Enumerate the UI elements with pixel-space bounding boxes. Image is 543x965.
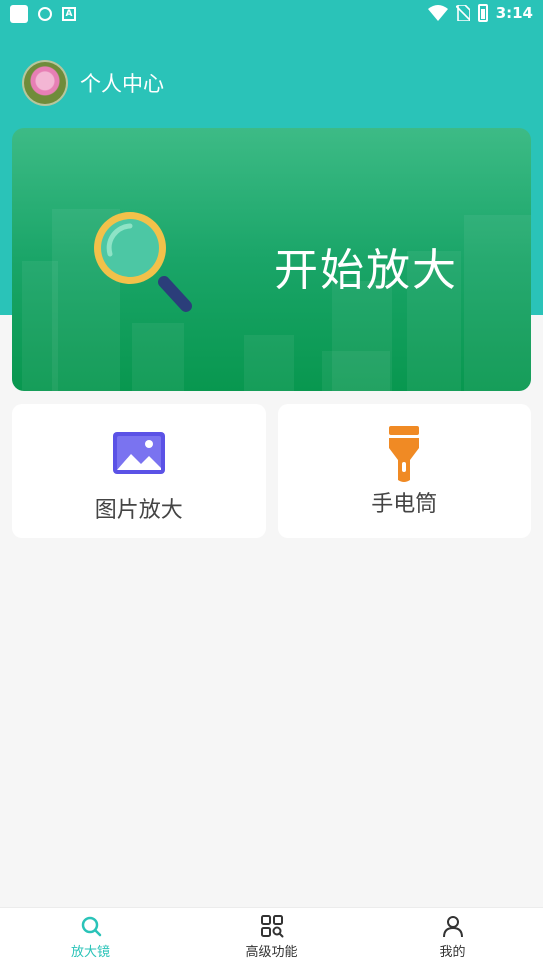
flashlight-icon — [389, 426, 420, 482]
magnifier-icon — [94, 212, 192, 312]
building-decoration — [244, 335, 294, 391]
tab-magnifier[interactable]: 放大镜 — [0, 908, 181, 965]
tab-label: 高级功能 — [245, 945, 298, 960]
tab-label: 我的 — [439, 945, 466, 960]
font-icon: A — [62, 7, 76, 21]
image-icon — [112, 432, 165, 474]
tab-label: 放大镜 — [70, 945, 110, 960]
feature-cards: 图片放大 手电筒 — [12, 404, 531, 538]
user-icon — [442, 916, 463, 938]
flashlight-card[interactable]: 手电筒 — [277, 404, 531, 538]
page-title: 个人中心 — [80, 72, 164, 96]
bottom-tab-bar: 放大镜 高级功能 我的 — [0, 907, 543, 965]
no-sim-icon — [455, 5, 470, 21]
profile-entry[interactable]: 个人中心 — [22, 60, 164, 106]
image-zoom-card[interactable]: 图片放大 — [12, 404, 266, 538]
status-time: 3:14 — [495, 4, 533, 22]
grid-search-icon — [260, 915, 283, 938]
battery-icon — [477, 4, 488, 22]
status-bar: A 3:14 — [0, 0, 543, 28]
flashlight-label: 手电筒 — [371, 492, 438, 517]
tab-mine[interactable]: 我的 — [362, 908, 543, 965]
start-magnify-banner[interactable]: 开始放大 — [12, 128, 531, 391]
building-decoration — [464, 215, 531, 391]
search-icon — [81, 916, 101, 937]
avatar[interactable] — [22, 60, 68, 106]
tab-advanced[interactable]: 高级功能 — [181, 908, 362, 965]
banner-label: 开始放大 — [274, 245, 458, 296]
notification-icon — [10, 5, 28, 23]
wifi-icon — [427, 5, 448, 21]
image-zoom-label: 图片放大 — [94, 498, 183, 523]
shield-icon — [38, 7, 52, 21]
building-decoration — [22, 261, 58, 391]
building-decoration — [132, 323, 184, 391]
